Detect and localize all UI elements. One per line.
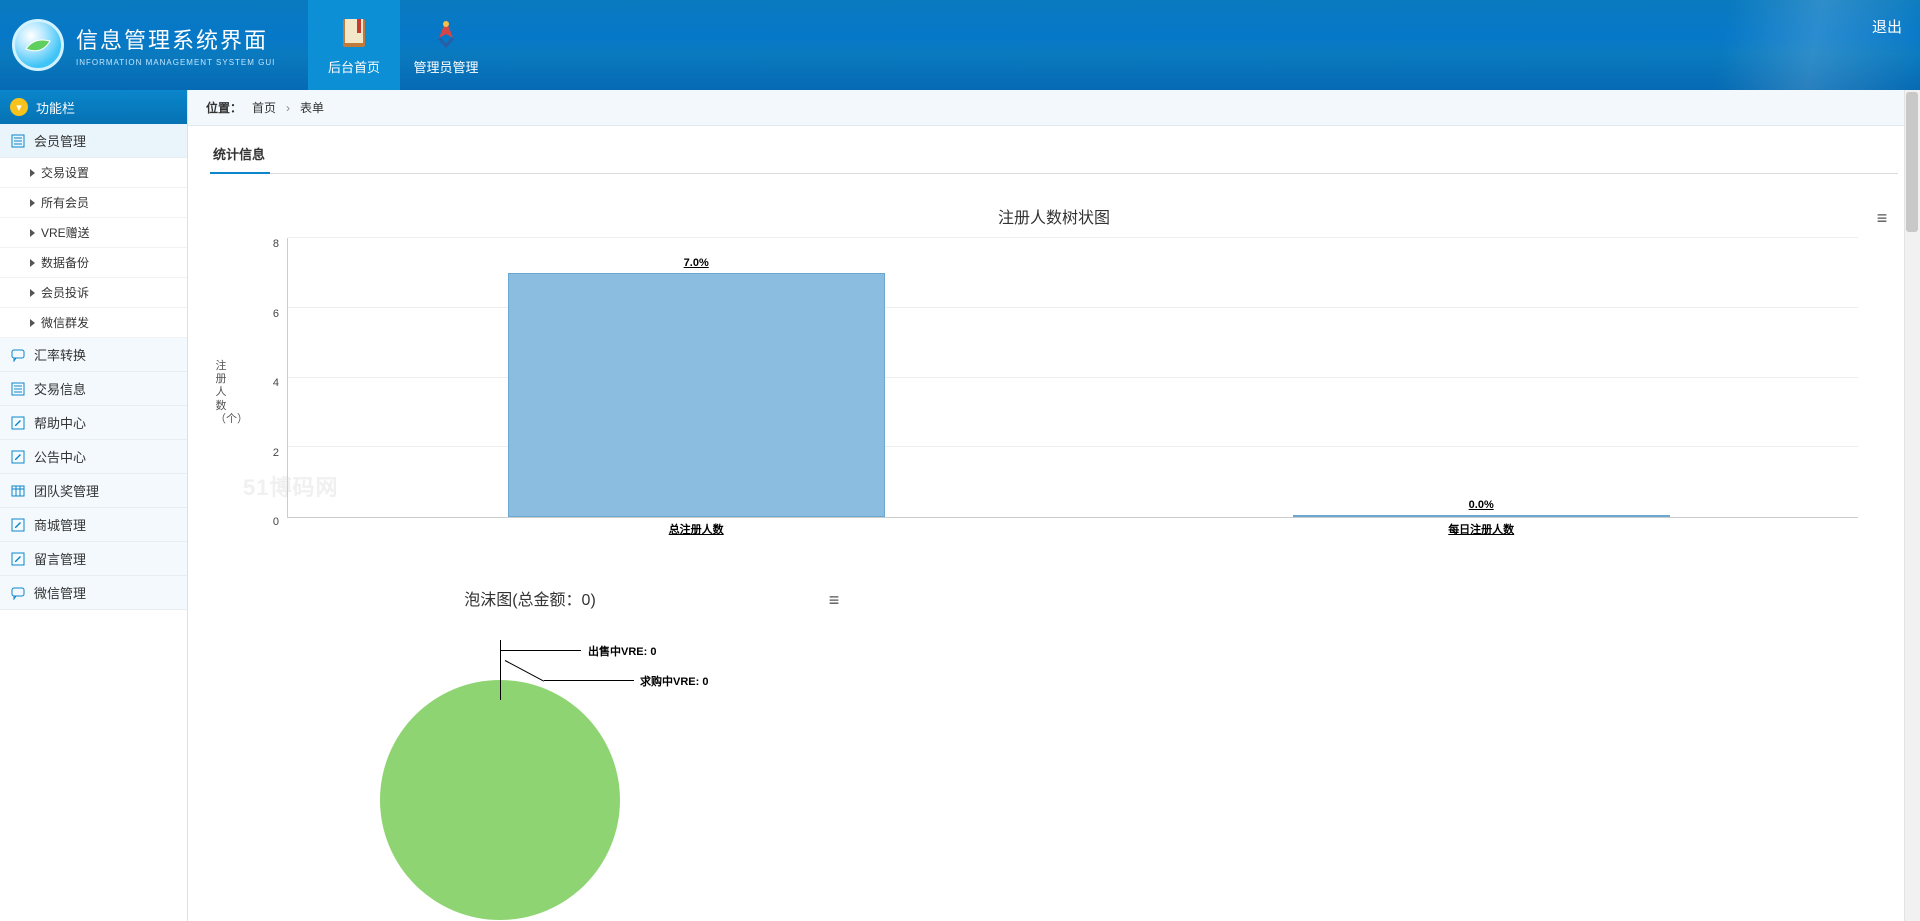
- sidebar-sub-backup[interactable]: 数据备份: [0, 248, 187, 278]
- edit-icon: [10, 551, 26, 567]
- chart2-title: 泡沫图(总金额：0): [210, 586, 850, 610]
- ytick: 4: [273, 377, 279, 389]
- sidebar-cat-help[interactable]: 帮助中心: [0, 406, 187, 440]
- sidebar-cat-exchange[interactable]: 汇率转换: [0, 338, 187, 372]
- sidebar-cat-label: 微信管理: [34, 583, 86, 602]
- brand-subtitle: INFORMATION MANAGEMENT SYSTEM GUI: [76, 58, 275, 67]
- chart1-bar-total[interactable]: [508, 273, 885, 517]
- sidebar-sub-wechat-broadcast[interactable]: 微信群发: [0, 308, 187, 338]
- chart-registrations: 注册人数树状图 ≡ 注册人数（个） 8 6 4 2 0: [210, 204, 1898, 548]
- main-content: 位置： 首页 › 表单 统计信息 51博码网 注册人数树状图 ≡ 注册人数（个）…: [188, 90, 1920, 921]
- chart-bubble: 泡沫图(总金额：0) ≡ 出售中VRE: 0 求购中VRE: 0: [210, 586, 850, 900]
- chevron-right-icon: ›: [286, 101, 290, 115]
- edit-icon: [10, 415, 26, 431]
- sidebar: ▾ 功能栏 会员管理 交易设置 所有会员 VRE赠送 数据备份 会员投诉 微信群…: [0, 90, 188, 921]
- sidebar-sub-label: 交易设置: [41, 164, 89, 181]
- sidebar-cat-messages[interactable]: 留言管理: [0, 542, 187, 576]
- breadcrumb-label: 位置：: [206, 99, 242, 116]
- sidebar-sub-label: VRE赠送: [41, 224, 90, 241]
- sidebar-func-label: 功能栏: [36, 98, 75, 117]
- caret-icon: [30, 199, 35, 207]
- sidebar-sub-label: 会员投诉: [41, 284, 89, 301]
- sidebar-sub-all-members[interactable]: 所有会员: [0, 188, 187, 218]
- chart2-plot: 出售中VRE: 0 求购中VRE: 0: [210, 640, 850, 900]
- sidebar-cat-label: 公告中心: [34, 447, 86, 466]
- sidebar-cat-label: 会员管理: [34, 131, 86, 150]
- sidebar-sub-complaints[interactable]: 会员投诉: [0, 278, 187, 308]
- breadcrumb-home[interactable]: 首页: [252, 99, 276, 116]
- caret-icon: [30, 169, 35, 177]
- sidebar-cat-label: 团队奖管理: [34, 481, 99, 500]
- table-icon: [10, 483, 26, 499]
- chart1-menu-icon[interactable]: ≡: [1870, 206, 1894, 230]
- sidebar-cat-label: 汇率转换: [34, 345, 86, 364]
- chart1-title: 注册人数树状图: [210, 204, 1898, 228]
- sidebar-cat-label: 留言管理: [34, 549, 86, 568]
- sidebar-cat-members[interactable]: 会员管理: [0, 124, 187, 158]
- caret-icon: [30, 259, 35, 267]
- sidebar-cat-announcements[interactable]: 公告中心: [0, 440, 187, 474]
- nav-admin-label: 管理员管理: [413, 57, 478, 76]
- sidebar-cat-label: 交易信息: [34, 379, 86, 398]
- admin-icon: [428, 15, 464, 51]
- chart1-ylabel: 注册人数（个）: [215, 360, 227, 426]
- nav-admin[interactable]: 管理员管理: [400, 0, 492, 90]
- sidebar-func-header[interactable]: ▾ 功能栏: [0, 90, 187, 124]
- nav-home-label: 后台首页: [328, 57, 380, 76]
- brand-title: 信息管理系统界面: [76, 23, 275, 55]
- scrollbar[interactable]: [1904, 90, 1920, 921]
- sidebar-cat-label: 帮助中心: [34, 413, 86, 432]
- chart2-label-sell: 出售中VRE: 0: [588, 643, 656, 659]
- sidebar-sub-label: 数据备份: [41, 254, 89, 271]
- caret-icon: [30, 319, 35, 327]
- chart2-menu-icon[interactable]: ≡: [822, 588, 846, 612]
- book-icon: [336, 15, 372, 51]
- ytick: 2: [273, 447, 279, 459]
- breadcrumb-current: 表单: [300, 99, 324, 116]
- chart1-bar-total-label: 7.0%: [684, 257, 709, 269]
- sidebar-cat-trade-info[interactable]: 交易信息: [0, 372, 187, 406]
- chart1-plot: 7.0% 总注册人数 0.0% 每日注册人数: [287, 238, 1858, 518]
- ytick: 6: [273, 308, 279, 320]
- list-icon: [10, 381, 26, 397]
- chart2-label-buy: 求购中VRE: 0: [640, 673, 708, 689]
- ytick: 8: [273, 238, 279, 250]
- nav-home[interactable]: 后台首页: [308, 0, 400, 90]
- sidebar-cat-label: 商城管理: [34, 515, 86, 534]
- chart2-pie[interactable]: [380, 680, 620, 920]
- chart1-yaxis: 8 6 4 2 0: [232, 238, 287, 548]
- sidebar-sub-vre-gift[interactable]: VRE赠送: [0, 218, 187, 248]
- app-header: 信息管理系统界面 INFORMATION MANAGEMENT SYSTEM G…: [0, 0, 1920, 90]
- sidebar-sub-label: 微信群发: [41, 314, 89, 331]
- chat-icon: [10, 585, 26, 601]
- logout-link[interactable]: 退出: [1872, 16, 1902, 37]
- breadcrumb: 位置： 首页 › 表单: [188, 90, 1920, 126]
- sidebar-sub-label: 所有会员: [41, 194, 89, 211]
- list-icon: [10, 133, 26, 149]
- logo-icon: [12, 19, 64, 71]
- chart1-xlabel-total: 总注册人数: [669, 521, 724, 537]
- edit-icon: [10, 517, 26, 533]
- chevron-down-icon: ▾: [10, 98, 28, 116]
- sidebar-cat-team-rewards[interactable]: 团队奖管理: [0, 474, 187, 508]
- top-nav: 后台首页 管理员管理: [308, 0, 492, 90]
- chart1-bar-daily-label: 0.0%: [1469, 499, 1494, 511]
- panel-title: 统计信息: [210, 138, 1898, 174]
- chart1-bar-daily[interactable]: [1293, 515, 1670, 517]
- ytick: 0: [273, 516, 279, 528]
- sidebar-cat-wechat[interactable]: 微信管理: [0, 576, 187, 610]
- caret-icon: [30, 229, 35, 237]
- chat-icon: [10, 347, 26, 363]
- brand: 信息管理系统界面 INFORMATION MANAGEMENT SYSTEM G…: [0, 0, 308, 90]
- edit-icon: [10, 449, 26, 465]
- sidebar-sub-trade-settings[interactable]: 交易设置: [0, 158, 187, 188]
- sidebar-cat-mall[interactable]: 商城管理: [0, 508, 187, 542]
- caret-icon: [30, 289, 35, 297]
- chart1-xlabel-daily: 每日注册人数: [1448, 521, 1514, 537]
